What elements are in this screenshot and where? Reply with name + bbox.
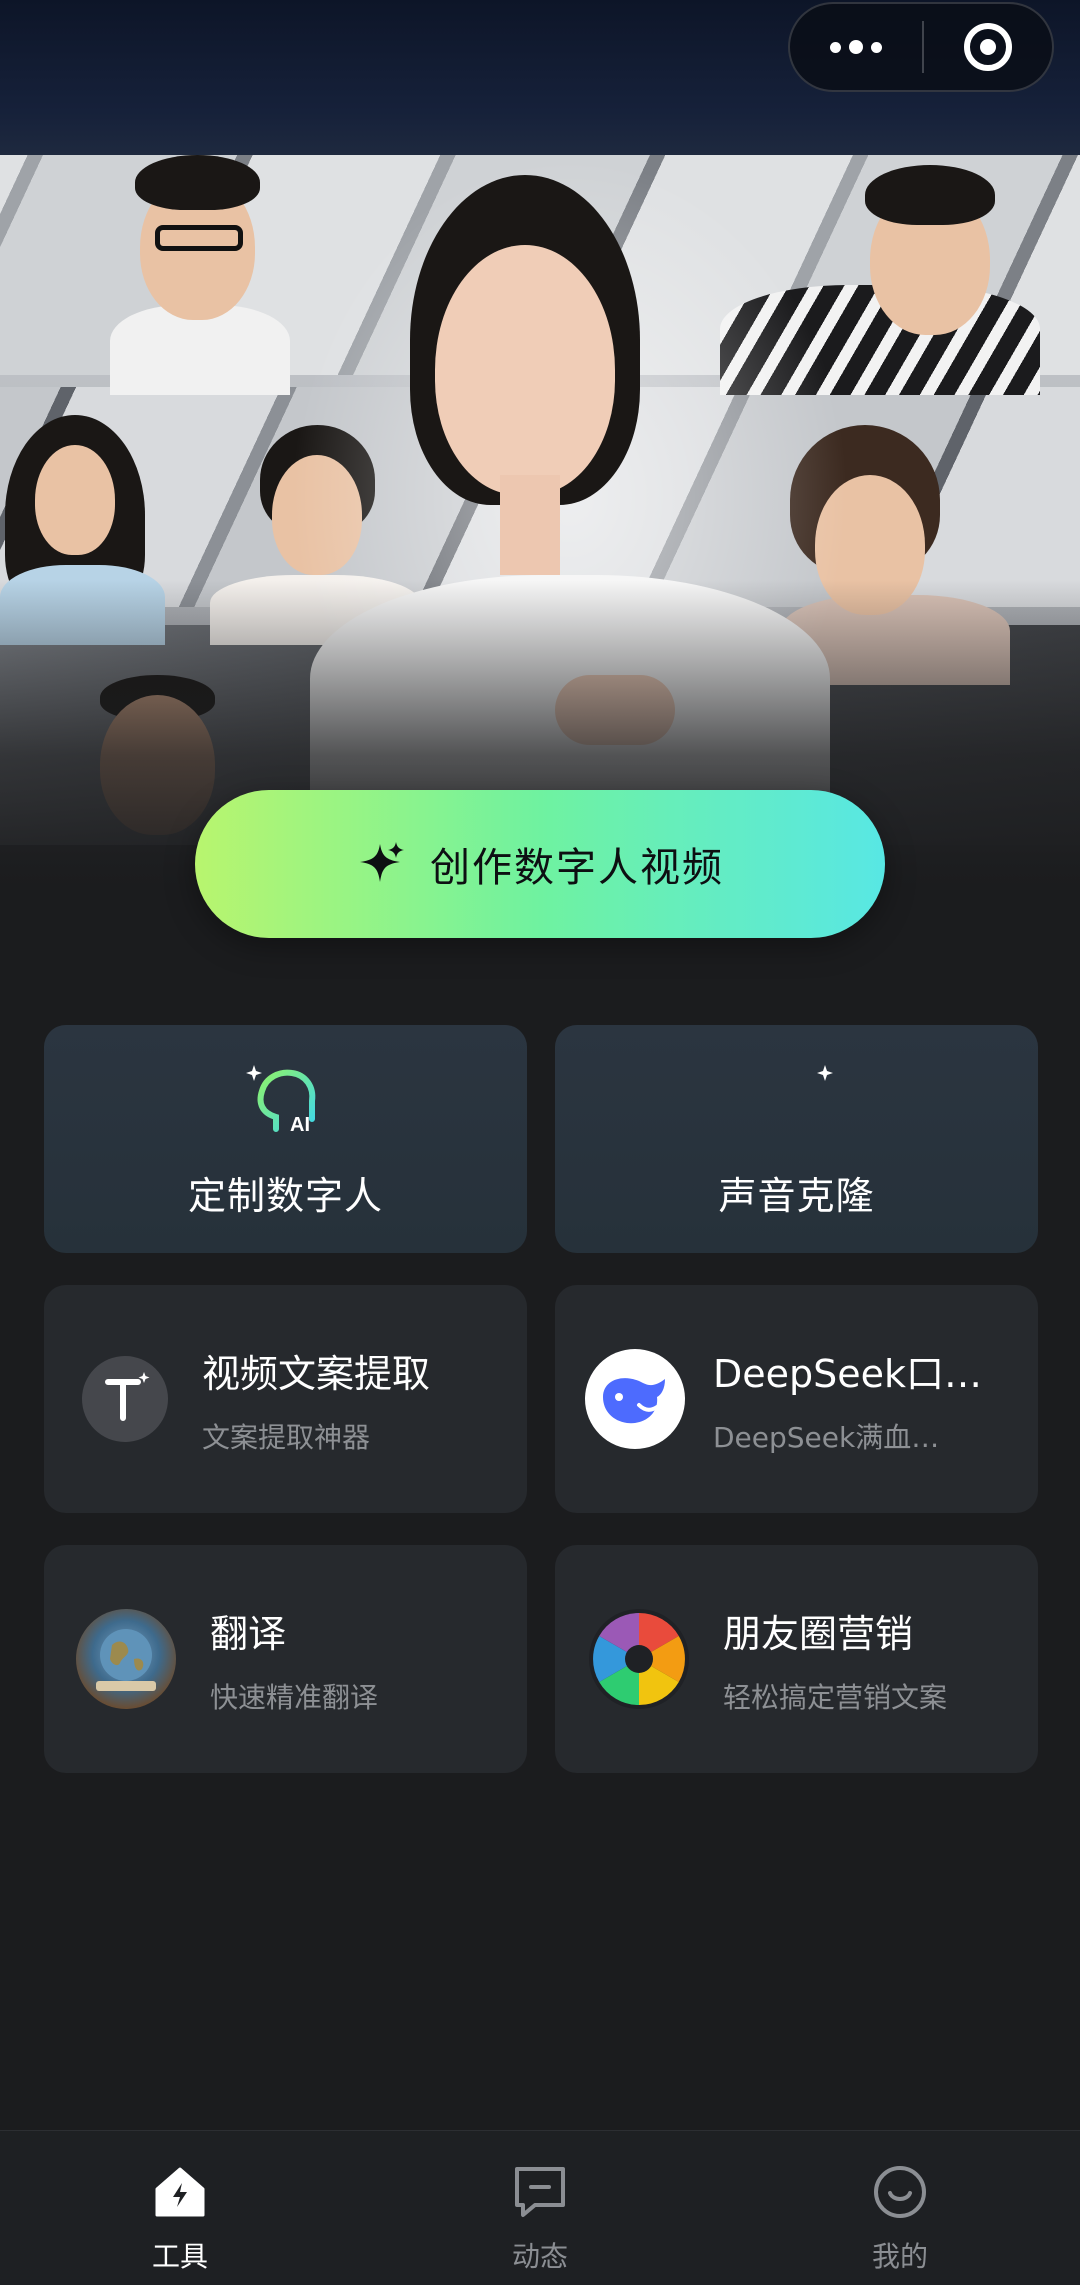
avatar-portrait (100, 155, 300, 395)
smile-circle-icon (874, 2166, 926, 2218)
tab-mine-label: 我的 (871, 2240, 928, 2273)
text-t-icon (82, 1356, 168, 1442)
ai-head-icon: AI (245, 1064, 315, 1136)
tab-feed-label: 动态 (511, 2240, 568, 2273)
target-close-icon[interactable] (924, 4, 1052, 90)
create-video-label: 创作数字人视频 (430, 845, 724, 891)
deepseek-subtitle: DeepSeek满血… (713, 1420, 940, 1454)
sparkle-icon (360, 842, 404, 882)
video-copy-title: 视频文案提取 (202, 1351, 431, 1396)
aperture-icon (589, 1609, 689, 1709)
deepseek-card[interactable]: DeepSeek口… DeepSeek满血… (555, 1285, 1038, 1513)
video-copy-subtitle: 文案提取神器 (202, 1420, 371, 1454)
custom-avatar-title: 定制数字人 (187, 1173, 383, 1218)
message-square-icon (515, 2167, 565, 2217)
create-video-button[interactable]: 创作数字人视频 (195, 790, 885, 938)
bolt-house-icon (155, 2167, 205, 2217)
tab-tools[interactable]: 工具 (0, 2131, 360, 2285)
moments-marketing-subtitle: 轻松搞定营销文案 (723, 1680, 948, 1714)
moments-marketing-card[interactable]: 朋友圈营销 轻松搞定营销文案 (555, 1545, 1038, 1773)
translate-subtitle: 快速精准翻译 (210, 1680, 379, 1714)
deepseek-title: DeepSeek口… (713, 1351, 983, 1396)
whale-icon (585, 1349, 685, 1449)
tab-feed[interactable]: 动态 (360, 2131, 720, 2285)
svg-text:AI: AI (290, 1114, 310, 1136)
video-copy-card[interactable]: 视频文案提取 文案提取神器 (44, 1285, 527, 1513)
sound-wave-icon (763, 1064, 833, 1128)
mini-program-capsule (788, 2, 1054, 92)
translate-title: 翻译 (210, 1611, 287, 1656)
tab-mine[interactable]: 我的 (720, 2131, 1080, 2285)
globe-icon (76, 1609, 176, 1709)
more-dots-icon[interactable] (790, 4, 922, 90)
voice-clone-card[interactable]: 声音克隆 (555, 1025, 1038, 1253)
translate-card[interactable]: 翻译 快速精准翻译 (44, 1545, 527, 1773)
voice-clone-title: 声音克隆 (718, 1173, 875, 1218)
custom-avatar-card[interactable]: AI 定制数字人 (44, 1025, 527, 1253)
tab-tools-label: 工具 (151, 2240, 208, 2273)
hero-banner (0, 155, 1080, 900)
bottom-tab-bar: 工具 动态 我的 (0, 2130, 1080, 2285)
moments-marketing-title: 朋友圈营销 (723, 1611, 914, 1656)
